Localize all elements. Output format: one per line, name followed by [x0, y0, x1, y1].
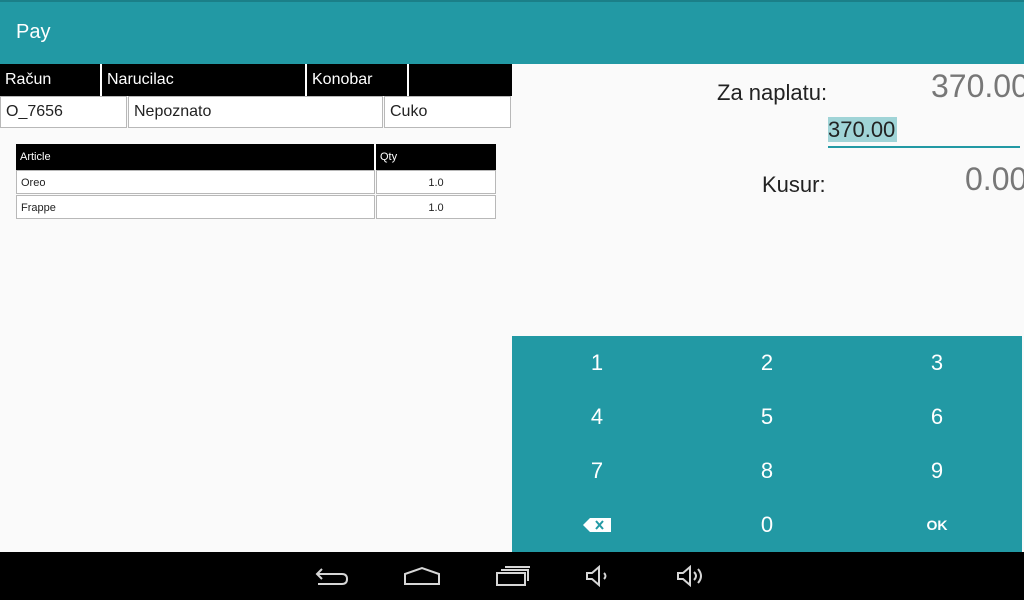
- key-2[interactable]: 2: [682, 336, 852, 390]
- home-icon[interactable]: [403, 562, 441, 590]
- volume-up-icon[interactable]: [676, 562, 706, 590]
- column-header-qty: Qty: [380, 151, 398, 163]
- change-value: 0.00: [965, 161, 1024, 197]
- article-name: Frappe: [16, 195, 375, 219]
- order-header-row: Račun Narucilac Konobar: [0, 64, 512, 96]
- column-header-konobar: Konobar: [307, 64, 409, 96]
- order-customer: Nepoznato: [128, 96, 383, 128]
- order-values-row: O_7656 Nepoznato Cuko: [0, 96, 512, 128]
- amount-paid-input[interactable]: 370.00: [828, 116, 1020, 148]
- column-header-article: Article: [16, 144, 376, 170]
- system-navigation-bar: [0, 552, 1024, 600]
- change-label: Kusur:: [762, 172, 826, 197]
- column-header-empty: [409, 64, 512, 96]
- back-icon[interactable]: [314, 562, 350, 590]
- key-4[interactable]: 4: [512, 390, 682, 444]
- key-7[interactable]: 7: [512, 444, 682, 498]
- article-qty: 1.0: [376, 195, 496, 219]
- column-header-racun: Račun: [0, 64, 102, 96]
- table-row[interactable]: Frappe 1.0: [16, 195, 496, 220]
- amount-due-label: Za naplatu:: [717, 80, 828, 105]
- key-8[interactable]: 8: [682, 444, 852, 498]
- article-name: Oreo: [16, 170, 375, 194]
- amount-due-value: 370.00: [931, 68, 1024, 104]
- articles-table: Article Qty Oreo 1.0 Frappe 1.0: [16, 144, 496, 220]
- volume-down-icon[interactable]: [585, 562, 613, 590]
- article-qty: 1.0: [376, 170, 496, 194]
- key-5[interactable]: 5: [682, 390, 852, 444]
- key-6[interactable]: 6: [852, 390, 1022, 444]
- order-number: O_7656: [0, 96, 127, 128]
- order-waiter: Cuko: [384, 96, 511, 128]
- ok-key[interactable]: OK: [852, 498, 1022, 552]
- backspace-key[interactable]: [512, 498, 682, 552]
- page-title: Pay: [16, 21, 51, 43]
- key-0[interactable]: 0: [682, 498, 852, 552]
- numeric-keypad: 1 2 3 4 5 6 7 8 9 0 OK: [512, 336, 1022, 552]
- backspace-icon: [583, 518, 611, 532]
- key-9[interactable]: 9: [852, 444, 1022, 498]
- articles-header-row: Article Qty: [16, 144, 496, 170]
- recents-icon[interactable]: [495, 562, 531, 590]
- order-header-table: Račun Narucilac Konobar O_7656 Nepoznato…: [0, 64, 512, 128]
- column-header-narucilac: Narucilac: [102, 64, 307, 96]
- amount-paid-value: 370.00: [828, 117, 898, 142]
- action-bar: Pay: [0, 0, 1024, 64]
- key-3[interactable]: 3: [852, 336, 1022, 390]
- key-1[interactable]: 1: [512, 336, 682, 390]
- table-row[interactable]: Oreo 1.0: [16, 170, 496, 195]
